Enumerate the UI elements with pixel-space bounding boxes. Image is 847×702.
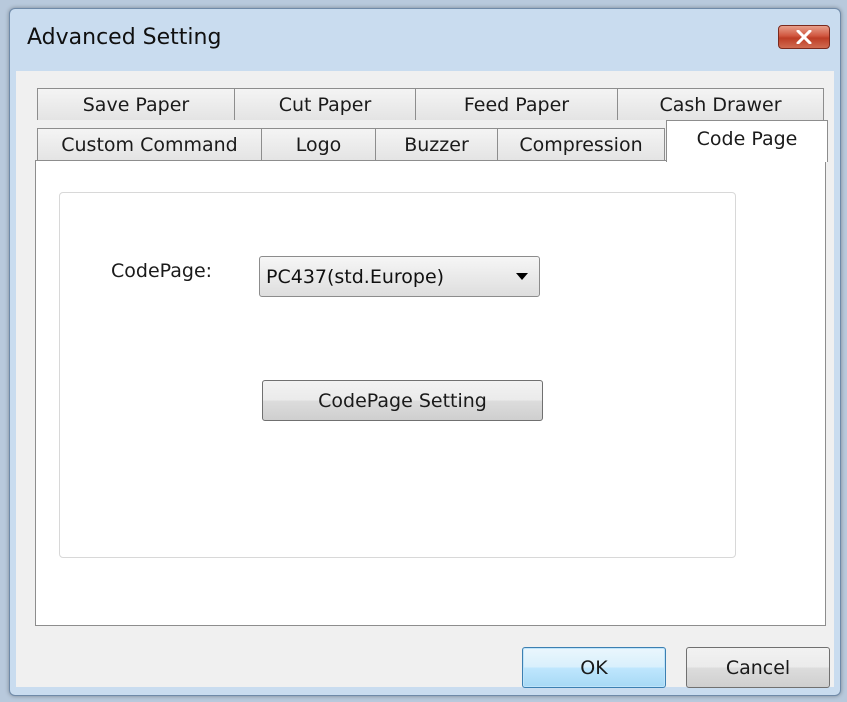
close-icon xyxy=(796,30,812,44)
codepage-label: CodePage: xyxy=(111,260,213,282)
title-bar[interactable]: Advanced Setting xyxy=(10,9,840,71)
tab-cut-paper[interactable]: Cut Paper xyxy=(234,88,416,120)
chevron-down-icon xyxy=(516,273,528,280)
tab-compression[interactable]: Compression xyxy=(497,128,665,160)
tab-cash-drawer[interactable]: Cash Drawer xyxy=(617,88,824,120)
tab-feed-paper[interactable]: Feed Paper xyxy=(415,88,618,120)
code-page-group: CodePage: PC437(std.Europe) CodePage Set… xyxy=(59,192,736,558)
codepage-selected-value: PC437(std.Europe) xyxy=(266,266,445,288)
tab-save-paper[interactable]: Save Paper xyxy=(37,88,235,120)
code-page-panel: CodePage: PC437(std.Europe) CodePage Set… xyxy=(35,160,826,626)
dialog-client-area: Save Paper Cut Paper Feed Paper Cash Dra… xyxy=(16,71,834,688)
tab-buzzer[interactable]: Buzzer xyxy=(375,128,498,160)
tab-logo[interactable]: Logo xyxy=(261,128,376,160)
tab-custom-command[interactable]: Custom Command xyxy=(37,128,262,160)
cancel-button[interactable]: Cancel xyxy=(686,647,830,688)
codepage-setting-button[interactable]: CodePage Setting xyxy=(262,380,543,421)
window-title: Advanced Setting xyxy=(27,25,222,50)
codepage-select[interactable]: PC437(std.Europe) xyxy=(259,256,540,297)
advanced-setting-dialog: Advanced Setting Save Paper Cut Paper Fe… xyxy=(9,8,841,696)
close-button[interactable] xyxy=(778,25,830,49)
tab-code-page[interactable]: Code Page xyxy=(666,120,828,162)
ok-button[interactable]: OK xyxy=(522,647,666,688)
